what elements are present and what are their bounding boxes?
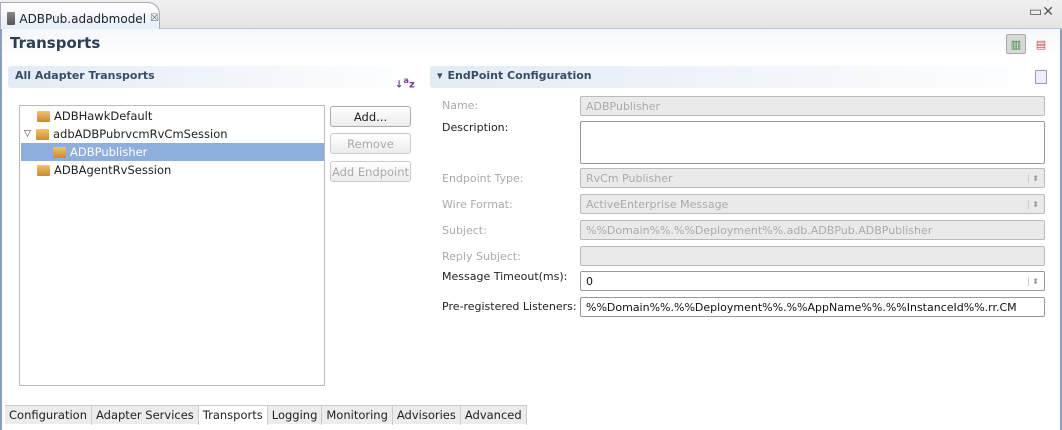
reply-subject-label: Reply Subject: [442, 250, 521, 263]
tab-adapter-services[interactable]: Adapter Services [92, 406, 199, 425]
transport-icon [37, 164, 50, 176]
description-field[interactable] [580, 121, 1045, 164]
subject-field[interactable]: %%Domain%%.%%Deployment%%.adb.ADBPub.ADB… [580, 220, 1045, 240]
listeners-label: Pre-registered Listeners: [442, 300, 577, 313]
endpoint-type-label: Endpoint Type: [442, 172, 524, 185]
remove-button[interactable]: Remove [330, 133, 411, 154]
editor-tab-label: ADBPub.adadbmodel [19, 11, 147, 26]
tab-logging[interactable]: Logging [268, 406, 323, 425]
tab-configuration[interactable]: Configuration [5, 406, 92, 425]
tab-monitoring[interactable]: Monitoring [322, 406, 393, 425]
model-file-icon [7, 12, 16, 25]
columns-layout-icon[interactable]: ▥ [1006, 34, 1026, 54]
select-arrows-icon: ⬍ [1028, 199, 1039, 209]
close-icon[interactable]: ☒ [150, 13, 159, 24]
page-header [2, 29, 1060, 59]
page-title: Transports [10, 34, 101, 52]
document-icon[interactable] [1035, 70, 1047, 84]
spinner-arrows-icon[interactable]: ⬍ [1028, 276, 1039, 286]
collapse-triangle-icon[interactable]: ▾ [437, 69, 443, 82]
publisher-icon [53, 146, 66, 158]
wire-format-label: Wire Format: [442, 198, 513, 211]
timeout-spinner[interactable]: 0 ⬍ [580, 271, 1045, 291]
tab-advanced[interactable]: Advanced [461, 406, 527, 425]
description-label: Description: [442, 121, 509, 134]
all-adapter-transports-header: All Adapter Transports [8, 66, 422, 88]
subject-label: Subject: [442, 224, 487, 237]
tab-transports[interactable]: Transports [198, 406, 268, 425]
reply-subject-field[interactable] [580, 246, 1045, 266]
transport-icon [37, 110, 50, 122]
tree-item[interactable]: ADBHawkDefault [21, 107, 324, 125]
sort-alpha-icon[interactable]: ↓az [395, 75, 415, 90]
tree-item-selected[interactable]: ADBPublisher [21, 143, 324, 161]
name-label: Name: [442, 99, 479, 112]
minimize-maximize-icon[interactable]: ▭✕ [1029, 4, 1054, 20]
tab-advisories[interactable]: Advisories [393, 406, 461, 425]
bottom-tab-bar: Configuration Adapter Services Transport… [5, 405, 527, 425]
transports-tree[interactable]: ADBHawkDefault ▽ adbADBPubrvcmRvCmSession… [19, 105, 325, 386]
add-endpoint-button[interactable]: Add Endpoint [330, 161, 411, 182]
transport-icon [36, 128, 49, 140]
tree-item[interactable]: ADBAgentRvSession [21, 161, 324, 179]
name-field[interactable]: ADBPublisher [580, 96, 1045, 116]
endpoint-type-select[interactable]: RvCm Publisher ⬍ [580, 168, 1045, 188]
rows-layout-icon[interactable]: ▤ [1031, 34, 1051, 54]
tree-item[interactable]: ▽ adbADBPubrvcmRvCmSession [21, 125, 324, 143]
expand-triangle-icon[interactable]: ▽ [24, 129, 36, 139]
add-button[interactable]: Add... [330, 106, 411, 127]
listeners-field[interactable]: %%Domain%%.%%Deployment%%.%%AppName%%.%%… [580, 297, 1045, 317]
endpoint-configuration-header[interactable]: ▾ EndPoint Configuration [430, 66, 1056, 88]
select-arrows-icon: ⬍ [1028, 173, 1039, 183]
timeout-label: Message Timeout(ms): [442, 270, 568, 283]
wire-format-select[interactable]: ActiveEnterprise Message ⬍ [580, 194, 1045, 214]
editor-tab[interactable]: ADBPub.adadbmodel ☒ [0, 2, 160, 29]
